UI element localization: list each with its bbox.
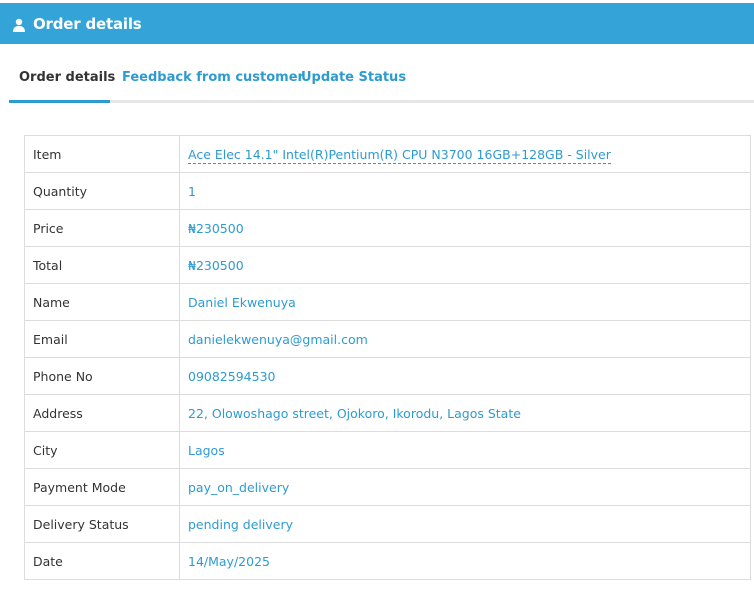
active-tab-indicator <box>9 100 110 103</box>
table-row: Quantity 1 <box>24 172 751 210</box>
row-label: Payment Mode <box>24 468 180 506</box>
row-label: Phone No <box>24 357 180 395</box>
table-row: Item Ace Elec 14.1" Intel(R)Pentium(R) C… <box>24 135 751 173</box>
tab-feedback-from-customer[interactable]: Feedback from customer <box>122 70 304 85</box>
table-row: Address 22, Olowoshago street, Ojokoro, … <box>24 394 751 432</box>
row-value: 14/May/2025 <box>179 542 751 580</box>
row-value: pay_on_delivery <box>179 468 751 506</box>
row-value: 09082594530 <box>179 357 751 395</box>
row-label: Item <box>24 135 180 173</box>
order-details-table: Item Ace Elec 14.1" Intel(R)Pentium(R) C… <box>24 135 751 580</box>
table-row: Phone No 09082594530 <box>24 357 751 395</box>
table-row: Name Daniel Ekwenuya <box>24 283 751 321</box>
user-icon <box>12 17 26 32</box>
row-value: 1 <box>179 172 751 210</box>
row-value: Daniel Ekwenuya <box>179 283 751 321</box>
row-label: Price <box>24 209 180 247</box>
table-row: Email danielekwenuya@gmail.com <box>24 320 751 358</box>
page-header: Order details <box>0 3 754 44</box>
table-row: Payment Mode pay_on_delivery <box>24 468 751 506</box>
tab-order-details[interactable]: Order details <box>19 70 115 85</box>
table-row: Price ₦230500 <box>24 209 751 247</box>
tab-bar: Order details Feedback from customer Upd… <box>9 44 754 103</box>
row-value: Ace Elec 14.1" Intel(R)Pentium(R) CPU N3… <box>179 135 751 173</box>
page-title: Order details <box>33 14 142 33</box>
row-label: Address <box>24 394 180 432</box>
row-label: Quantity <box>24 172 180 210</box>
table-row: Delivery Status pending delivery <box>24 505 751 543</box>
row-value: pending delivery <box>179 505 751 543</box>
row-label: City <box>24 431 180 469</box>
row-value: danielekwenuya@gmail.com <box>179 320 751 358</box>
row-value: ₦230500 <box>179 209 751 247</box>
row-label: Delivery Status <box>24 505 180 543</box>
row-label: Date <box>24 542 180 580</box>
table-row: Date 14/May/2025 <box>24 542 751 580</box>
row-label: Total <box>24 246 180 284</box>
row-value: 22, Olowoshago street, Ojokoro, Ikorodu,… <box>179 394 751 432</box>
item-link[interactable]: Ace Elec 14.1" Intel(R)Pentium(R) CPU N3… <box>188 146 611 164</box>
table-row: Total ₦230500 <box>24 246 751 284</box>
row-value: ₦230500 <box>179 246 751 284</box>
row-label: Email <box>24 320 180 358</box>
row-value: Lagos <box>179 431 751 469</box>
table-row: City Lagos <box>24 431 751 469</box>
tab-update-status[interactable]: Update Status <box>301 70 406 85</box>
row-label: Name <box>24 283 180 321</box>
